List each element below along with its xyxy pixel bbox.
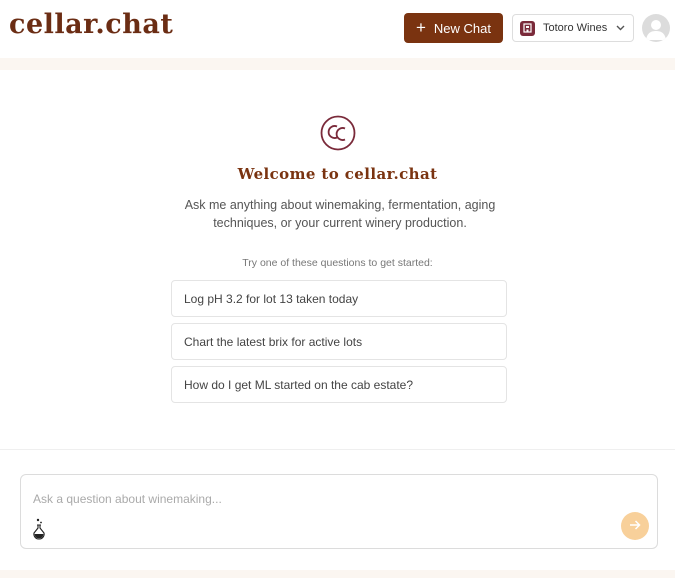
organization-name: Totoro Wines: [543, 22, 608, 34]
plus-icon: +: [415, 18, 426, 37]
flask-icon[interactable]: [30, 518, 48, 540]
suggestions-label: Try one of these questions to get starte…: [242, 257, 433, 269]
send-button[interactable]: [621, 512, 649, 540]
message-input[interactable]: [33, 489, 613, 509]
message-composer: [20, 474, 658, 549]
chevron-down-icon: [616, 22, 625, 34]
footer-band: [0, 570, 675, 578]
header-band: [0, 58, 675, 70]
divider: [0, 449, 675, 450]
suggestion-button[interactable]: How do I get ML started on the cab estat…: [171, 366, 507, 403]
winery-badge-icon: [520, 20, 535, 36]
new-chat-label: New Chat: [433, 20, 491, 36]
intro-text: Ask me anything about winemaking, fermen…: [184, 198, 496, 230]
welcome-title: Welcome to cellar.chat: [237, 165, 438, 183]
new-chat-button[interactable]: + New Chat: [404, 13, 503, 43]
organization-selector[interactable]: Totoro Wines: [512, 14, 634, 42]
app-header: cellar.chat + New Chat Totoro Wines: [0, 0, 675, 58]
brand-logo-text[interactable]: cellar.chat: [9, 9, 173, 40]
user-avatar-icon[interactable]: [642, 14, 670, 42]
suggestion-button[interactable]: Chart the latest brix for active lots: [171, 323, 507, 360]
welcome-panel: Welcome to cellar.chat Ask me anything a…: [0, 70, 675, 450]
suggestion-button[interactable]: Log pH 3.2 for lot 13 taken today: [171, 280, 507, 317]
arrow-right-icon: [629, 517, 641, 535]
cc-logo-icon: [320, 115, 356, 156]
